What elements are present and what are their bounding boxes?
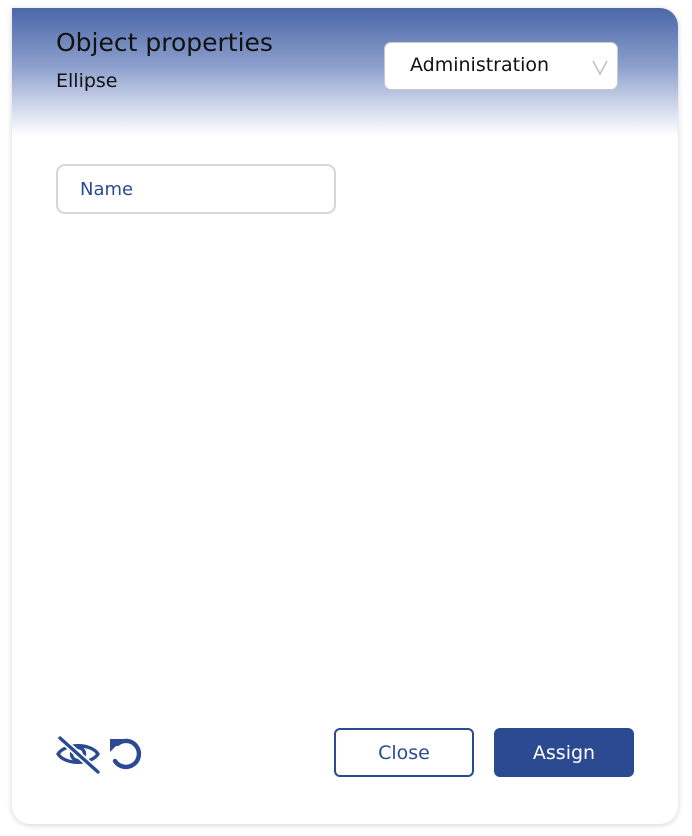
eye-slash-icon — [54, 734, 102, 778]
panel-title: Object properties — [56, 28, 273, 57]
object-properties-panel: Object properties Ellipse Administration — [12, 8, 678, 824]
role-select[interactable]: Administration — [384, 42, 618, 90]
role-select-value: Administration — [410, 54, 550, 76]
undo-icon — [106, 738, 146, 778]
chevron-down-icon — [591, 57, 609, 77]
object-type-label: Ellipse — [56, 70, 118, 92]
close-button[interactable]: Close — [334, 728, 474, 777]
reset-button[interactable] — [106, 734, 146, 774]
assign-button[interactable]: Assign — [494, 728, 634, 777]
toggle-visibility-button[interactable] — [54, 734, 102, 776]
panel-header: Object properties Ellipse Administration — [12, 8, 678, 136]
name-input[interactable] — [58, 166, 334, 212]
name-field[interactable] — [56, 164, 336, 214]
